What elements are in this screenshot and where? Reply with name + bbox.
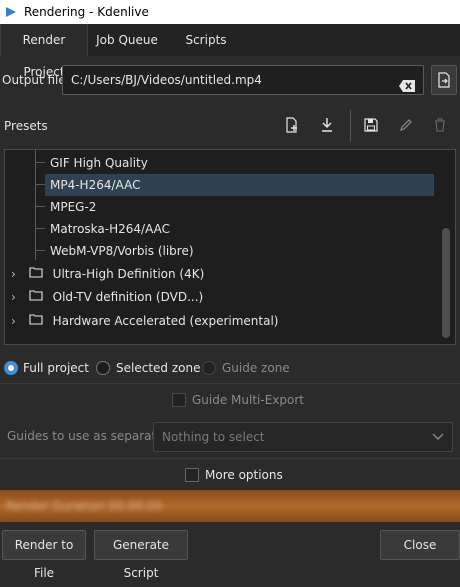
tab-bar: Render Project Job Queue Scripts [0,24,460,79]
close-button[interactable]: Close [380,530,460,560]
preset-folder[interactable]: › Old-TV definition (DVD...) [11,286,431,308]
toolbar-separator [350,110,351,142]
window-title: Rendering - Kdenlive [24,5,149,19]
preset-item[interactable]: GIF High Quality [45,152,440,174]
folder-icon [29,263,49,285]
render-duration-text: Render Duration 00:00:00 [6,499,163,513]
output-file-input[interactable]: C:/Users/BJ/Videos/untitled.mp4 [62,65,424,95]
file-browse-icon [438,72,450,88]
radio-selected-zone[interactable] [96,361,110,375]
divider [0,383,460,384]
chevron-down-icon [432,423,444,451]
preset-tree[interactable]: GIF High Quality MP4-H264/AAC MPEG-2 Mat… [4,149,456,345]
chevron-right-icon: › [11,267,16,281]
output-file-value: C:/Users/BJ/Videos/untitled.mp4 [71,73,262,87]
clear-text-icon[interactable] [399,74,415,92]
preset-item[interactable]: Matroska-H264/AAC [45,218,440,240]
guide-multi-export-checkbox [172,393,186,407]
more-options-checkbox[interactable] [185,468,199,482]
chevron-right-icon: › [11,314,16,328]
selected-zone-label: Selected zone [116,361,201,375]
folder-icon [29,286,49,308]
tree-scrollbar[interactable] [442,228,450,338]
generate-script-button[interactable]: Generate Script [94,530,188,580]
guide-multi-export-label: Guide Multi-Export [192,393,304,407]
preset-item-selected[interactable]: MP4-H264/AAC [45,174,434,196]
preset-item[interactable]: WebM-VP8/Vorbis (libre) [45,240,440,262]
divider [0,458,460,459]
folder-icon [29,310,49,332]
guides-separator-select: Nothing to select [153,422,453,452]
tab-render-project[interactable]: Render Project [0,24,88,79]
full-project-label: Full project [23,361,89,375]
delete-preset-icon [429,114,451,136]
kdenlive-icon [4,5,18,19]
tab-scripts[interactable]: Scripts [168,24,244,56]
guide-zone-label: Guide zone [222,361,290,375]
tab-job-queue[interactable]: Job Queue [86,24,168,56]
chevron-right-icon: › [11,290,16,304]
download-preset-icon[interactable] [316,114,338,136]
new-preset-icon[interactable] [281,114,303,136]
save-preset-icon[interactable] [360,114,382,136]
radio-guide-zone [202,361,216,375]
browse-file-button[interactable] [431,65,457,95]
guides-separator-label: Guides to use as separator: [7,429,173,443]
preset-folder[interactable]: › Ultra-High Definition (4K) [11,263,431,285]
more-options-label: More options [205,468,283,482]
title-bar: Rendering - Kdenlive [0,0,460,24]
preset-folder[interactable]: › Hardware Accelerated (experimental) [11,310,431,332]
render-progress-bar: Render Duration 00:00:00 [0,490,460,522]
preset-item[interactable]: MPEG-2 [45,196,440,218]
radio-full-project[interactable] [4,361,18,375]
presets-label: Presets [4,119,48,133]
edit-preset-icon [395,114,417,136]
render-to-file-button[interactable]: Render to File [2,530,86,580]
tree-guide-line [35,150,36,260]
output-file-label: Output file [2,73,66,87]
